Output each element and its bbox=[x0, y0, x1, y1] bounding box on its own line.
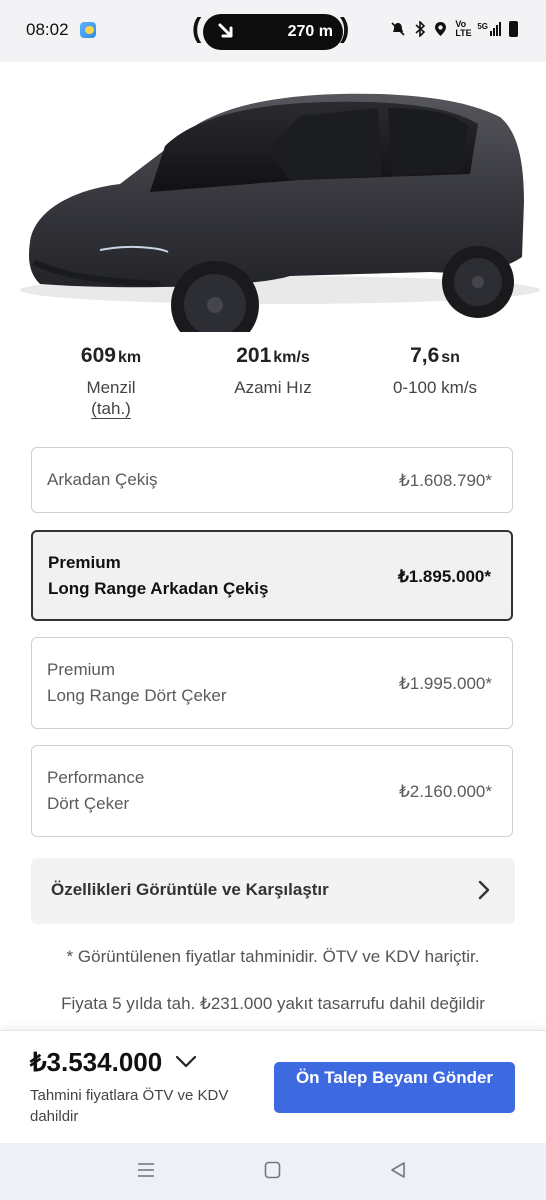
trim-name-line1: Performance bbox=[47, 768, 145, 787]
location-icon bbox=[435, 22, 447, 36]
status-icons: Vo LTE 5G bbox=[390, 20, 518, 38]
car-image bbox=[0, 62, 546, 349]
spec-value: 7,6 bbox=[410, 344, 440, 367]
total-price-note: Tahmini fiyatlara ÖTV ve KDV dahildir bbox=[30, 1087, 229, 1125]
chevron-right-icon bbox=[478, 880, 490, 900]
signal-5g-icon: 5G bbox=[477, 22, 501, 36]
volte-icon: Vo LTE bbox=[455, 19, 472, 38]
home-icon[interactable] bbox=[264, 1161, 281, 1179]
back-icon[interactable] bbox=[390, 1161, 406, 1179]
nav-indicator-right-bracket: ) bbox=[340, 12, 350, 43]
chevron-down-icon[interactable] bbox=[175, 1055, 197, 1069]
navigation-pill[interactable]: 270 m bbox=[203, 14, 343, 50]
spec-label: 0-100 km/s bbox=[392, 378, 478, 397]
spec-label: Menzil bbox=[86, 378, 136, 397]
trim-price: ₺1.995.000* bbox=[398, 674, 492, 693]
price-disclaimer: * Görüntülenen fiyatlar tahminidir. ÖTV … bbox=[66, 947, 480, 966]
pre-order-button[interactable]: Ön Talep Beyanı Gönder bbox=[274, 1062, 515, 1113]
spec-top-speed: 201 km/s Azami Hız bbox=[193, 344, 353, 399]
trim-name-line2: Long Range Dört Çeker bbox=[47, 686, 227, 705]
trim-price: ₺1.608.790* bbox=[398, 471, 492, 490]
mute-icon bbox=[391, 22, 405, 36]
spec-value: 201 bbox=[236, 344, 272, 367]
compare-features-label: Özellikleri Görüntüle ve Karşılaştır bbox=[51, 880, 329, 899]
trim-name-line1: Premium bbox=[48, 553, 121, 572]
spec-range: 609 km Menzil (tah.) bbox=[31, 344, 191, 419]
trim-name-line2: Dört Çeker bbox=[47, 794, 130, 813]
turn-right-icon bbox=[218, 23, 233, 38]
spec-estimate-link[interactable]: (tah.) bbox=[31, 399, 191, 419]
trim-price: ₺2.160.000* bbox=[398, 782, 492, 801]
trim-option-premium-lr-awd[interactable]: Premium Long Range Dört Çeker ₺1.995.000… bbox=[31, 637, 513, 729]
compare-features-button[interactable]: Özellikleri Görüntüle ve Karşılaştır bbox=[31, 858, 515, 924]
spec-unit: km bbox=[117, 349, 142, 366]
bluetooth-icon bbox=[415, 21, 426, 37]
trim-name: Arkadan Çekiş bbox=[47, 470, 158, 489]
trim-price: ₺1.895.000* bbox=[397, 567, 491, 586]
fuel-savings-note: Fiyata 5 yılda tah. ₺231.000 yakıt tasar… bbox=[61, 994, 485, 1013]
clock: 08:02 bbox=[26, 20, 69, 39]
navigation-distance: 270 m bbox=[287, 23, 333, 40]
nav-indicator-left-bracket: ( bbox=[192, 12, 202, 43]
battery-icon bbox=[509, 21, 518, 37]
spec-acceleration: 7,6 sn 0-100 km/s bbox=[355, 344, 515, 399]
price-summary-bar: ₺3.534.000 Tahmini fiyatlara ÖTV ve KDV … bbox=[0, 1030, 546, 1144]
key-specs: 609 km Menzil (tah.) 201 km/s Azami Hız 7,… bbox=[0, 344, 546, 434]
spec-unit: km/s bbox=[273, 349, 310, 366]
car-illustration bbox=[20, 93, 540, 349]
spec-label: Azami Hız bbox=[234, 378, 312, 397]
trim-option-performance-awd[interactable]: Performance Dört Çeker ₺2.160.000* bbox=[31, 745, 513, 837]
status-bar: 08:02 ( 270 m ) Vo LTE 5G bbox=[0, 0, 546, 62]
weather-icon bbox=[80, 22, 96, 38]
total-price[interactable]: ₺3.534.000 bbox=[30, 1047, 162, 1078]
recent-apps-icon[interactable] bbox=[137, 1161, 155, 1179]
trim-name-line2: Long Range Arkadan Çekiş bbox=[48, 579, 269, 598]
trim-option-rwd[interactable]: Arkadan Çekiş ₺1.608.790* bbox=[31, 447, 513, 513]
spec-unit: sn bbox=[441, 349, 460, 366]
trim-name-line1: Premium bbox=[47, 660, 116, 679]
spec-value: 609 bbox=[80, 344, 116, 367]
system-navigation-bar bbox=[0, 1143, 546, 1200]
trim-option-premium-lr-rwd[interactable]: Premium Long Range Arkadan Çekiş ₺1.895.… bbox=[31, 530, 513, 621]
